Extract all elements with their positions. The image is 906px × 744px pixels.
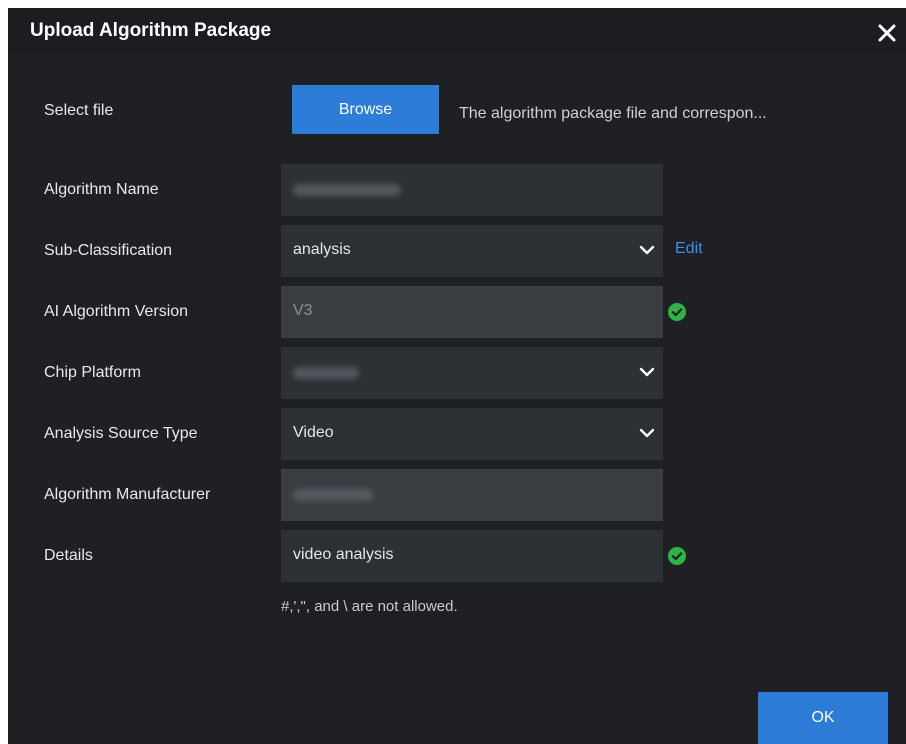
details-field[interactable]: video analysis xyxy=(281,530,663,582)
chevron-down-icon xyxy=(639,245,655,255)
analysis-source-type-select[interactable]: Video xyxy=(281,408,663,460)
blurred-value xyxy=(293,184,401,196)
chip-platform-select[interactable] xyxy=(281,347,663,399)
details-label: Details xyxy=(44,547,93,564)
dialog-title: Upload Algorithm Package xyxy=(30,20,272,41)
details-validation-note: #,',", and \ are not allowed. xyxy=(281,598,458,615)
sub-classification-label: Sub-Classification xyxy=(44,242,173,259)
details-value: video analysis xyxy=(293,546,394,563)
ai-algorithm-version-value: V3 xyxy=(293,302,313,319)
ai-algorithm-version-label: AI Algorithm Version xyxy=(44,303,189,320)
analysis-source-type-value: Video xyxy=(293,424,334,441)
algorithm-name-field[interactable] xyxy=(281,164,663,216)
edit-link[interactable]: Edit xyxy=(675,240,703,258)
browse-button[interactable]: Browse xyxy=(292,85,439,134)
chip-platform-label: Chip Platform xyxy=(44,364,141,381)
check-circle-icon xyxy=(668,303,686,321)
chevron-down-icon xyxy=(639,428,655,438)
sub-classification-value: analysis xyxy=(293,241,351,258)
ok-button[interactable]: OK xyxy=(758,692,888,744)
select-file-label: Select file xyxy=(44,102,114,119)
analysis-source-type-label: Analysis Source Type xyxy=(44,425,198,442)
algorithm-manufacturer-field[interactable] xyxy=(281,469,663,521)
chevron-down-icon xyxy=(639,367,655,377)
dialog-header: Upload Algorithm Package xyxy=(8,8,906,54)
file-hint-text: The algorithm package file and correspon… xyxy=(459,105,767,122)
algorithm-manufacturer-label: Algorithm Manufacturer xyxy=(44,486,211,503)
ai-algorithm-version-field[interactable]: V3 xyxy=(281,286,663,338)
check-circle-icon xyxy=(668,547,686,565)
close-icon[interactable] xyxy=(876,22,898,44)
blurred-value xyxy=(293,367,359,379)
blurred-value xyxy=(293,489,373,501)
upload-algorithm-dialog: Upload Algorithm Package Select file Bro… xyxy=(8,8,906,744)
sub-classification-select[interactable]: analysis xyxy=(281,225,663,277)
algorithm-name-label: Algorithm Name xyxy=(44,181,159,198)
